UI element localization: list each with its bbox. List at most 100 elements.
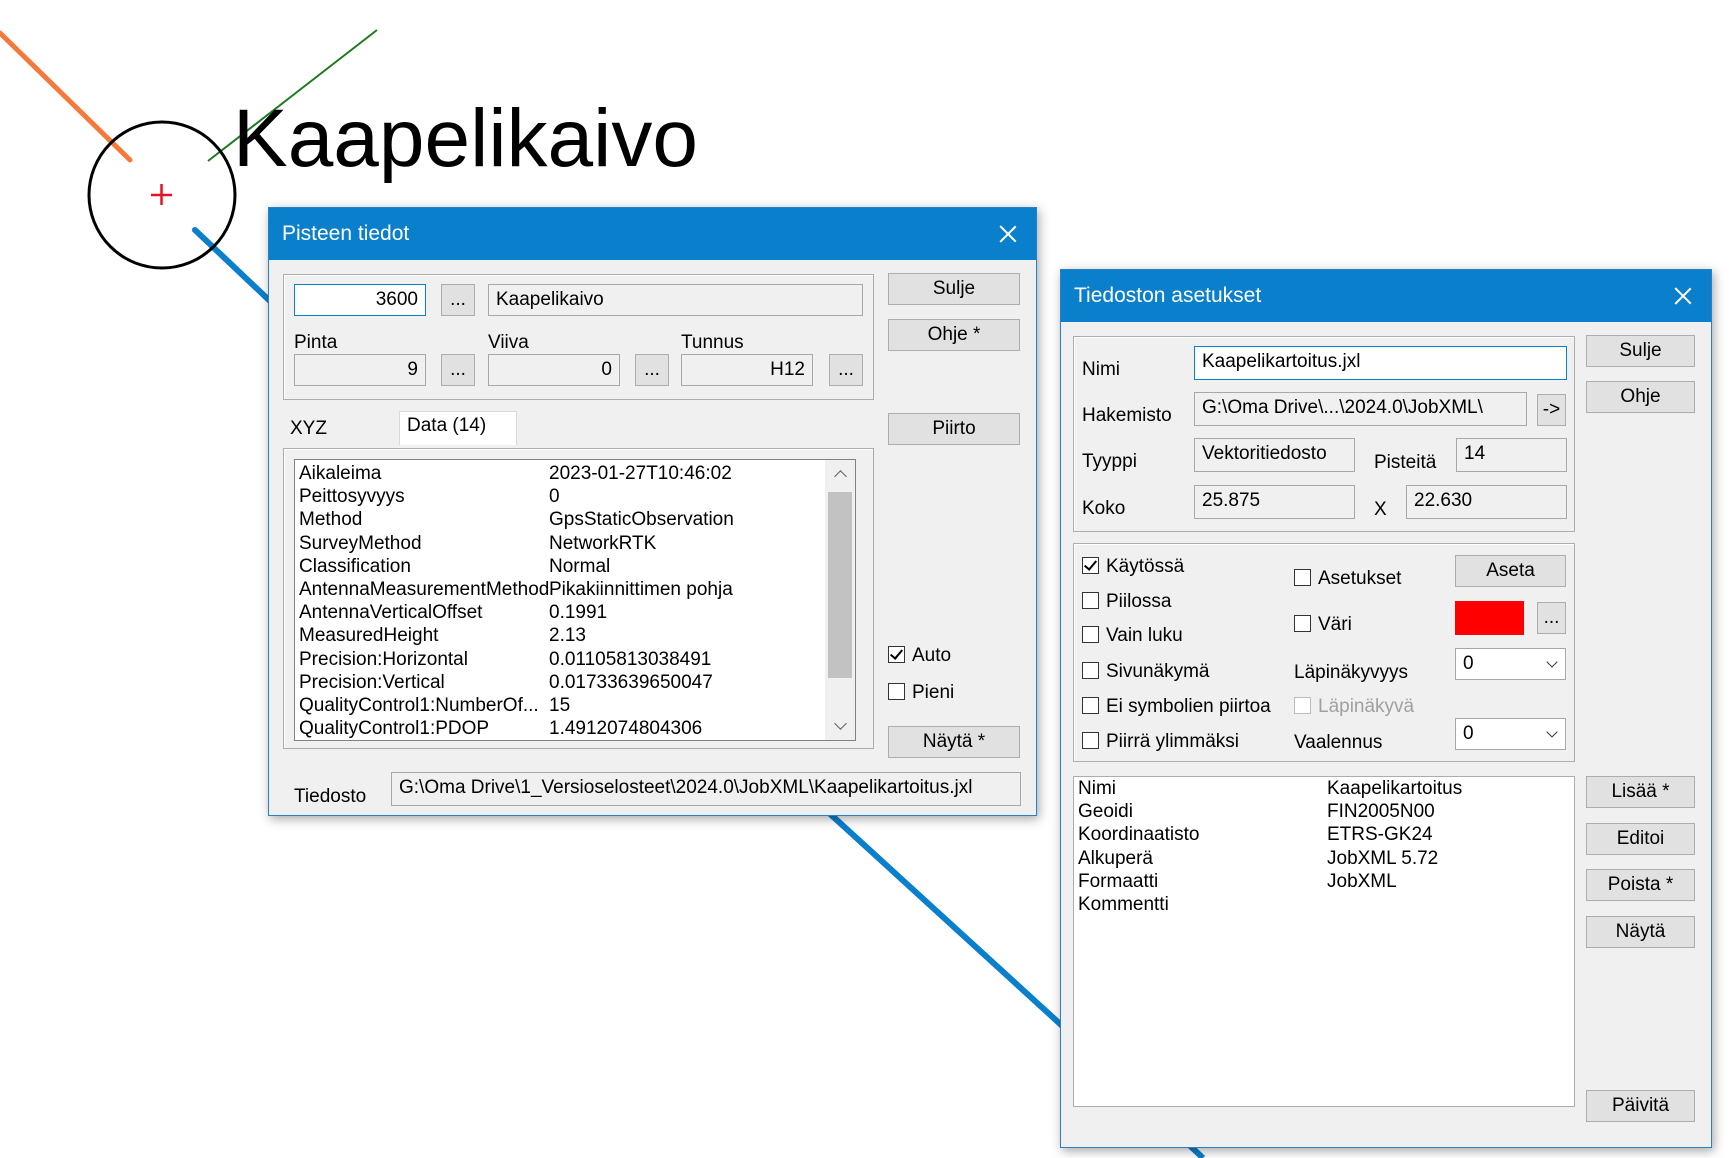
list-item[interactable]: SurveyMethod NetworkRTK [295,532,855,555]
nimi-label: Nimi [1082,359,1120,380]
list-item-key: QualityControl1:NumberOf... [299,695,539,716]
list-item[interactable]: MeasuredHeight 2.13 [295,624,855,647]
piilossa-label: Piilossa [1106,591,1172,612]
list-item[interactable]: Nimi Kaapelikartoitus [1074,777,1574,800]
list-item-value: JobXML [1327,870,1397,892]
point-number-browse-button[interactable]: ... [441,284,475,316]
file-info-list[interactable]: Nimi Kaapelikartoitus Geoidi FIN2005N00 Koor… [1073,776,1575,1107]
list-item[interactable]: Alkuperä JobXML 5.72 [1074,847,1574,870]
tiedosto-field[interactable]: G:\Oma Drive\1_Versioselosteet\2024.0\Jo… [391,772,1021,806]
list-item-value: Normal [549,555,611,577]
list-item-value: FIN2005N00 [1327,801,1435,823]
file-dialog-titlebar[interactable]: Tiedoston asetukset [1061,270,1711,322]
vari-label: Väri [1318,614,1352,635]
scrollbar-thumb[interactable] [828,492,852,678]
list-item[interactable]: Peittosyvyys 0 [295,485,855,508]
tunnus-browse-button[interactable]: ... [829,354,863,386]
list-item-key: MeasuredHeight [299,625,439,647]
x-label: X [1374,499,1387,520]
point-number-field[interactable]: 3600 [294,284,426,316]
scroll-up-icon[interactable] [834,470,847,483]
hakemisto-open-button[interactable]: -> [1537,394,1566,426]
hakemisto-field[interactable]: G:\Oma Drive\...\2024.0\JobXML\ [1194,392,1527,426]
list-item[interactable]: Classification Normal [295,555,855,578]
kaytossa-label: Käytössä [1106,556,1185,577]
list-item-key: Alkuperä [1078,847,1153,869]
close-icon[interactable] [990,216,1026,252]
list-item-key: Nimi [1078,778,1116,799]
tyyppi-field[interactable]: Vektoritiedosto [1194,438,1355,472]
hakemisto-label: Hakemisto [1082,405,1172,426]
list-item[interactable]: Precision:Horizontal 0.01105813038491 [295,648,855,671]
asetukset-checkbox[interactable] [1294,569,1311,586]
tunnus-label: Tunnus [681,332,744,353]
list-item[interactable]: Precision:Vertical 0.01733639650047 [295,671,855,694]
list-item-key: Koordinaatisto [1078,824,1200,846]
paivita-button[interactable]: Päivitä [1586,1090,1695,1122]
vaalennus-value: 0 [1463,723,1474,744]
list-item[interactable]: Formaatti JobXML [1074,870,1574,893]
ohje-button[interactable]: Ohje * [888,319,1020,351]
list-item[interactable]: AntennaMeasurementMethod Pikakiinnittimen… [295,578,855,601]
nayta-button[interactable]: Näytä * [888,726,1020,758]
color-swatch[interactable] [1455,601,1524,635]
piirto-button[interactable]: Piirto [888,413,1020,445]
vain-luku-checkbox[interactable] [1082,626,1099,643]
auto-checkbox[interactable] [888,646,905,663]
data-list[interactable]: Aikaleima 2023-01-27T10:46:02 Peittosyvyys… [294,459,856,741]
piirra-ylimmaksi-checkbox[interactable] [1082,732,1099,749]
viiva-field[interactable]: 0 [488,354,620,386]
list-item-key: Aikaleima [299,463,382,484]
ei-symbolien-piirtoa-checkbox[interactable] [1082,697,1099,714]
list-item-key: AntennaVerticalOffset [299,602,483,624]
sivunakyma-checkbox[interactable] [1082,662,1099,679]
scroll-down-icon[interactable] [834,717,847,730]
list-item[interactable]: Aikaleima 2023-01-27T10:46:02 [295,462,855,485]
pinta-field[interactable]: 9 [294,354,426,386]
tunnus-field[interactable]: H12 [681,354,813,386]
tiedosto-label: Tiedosto [294,786,367,807]
point-name-field[interactable]: Kaapelikaivo [488,284,863,316]
point-dialog-titlebar[interactable]: Pisteen tiedot [269,208,1036,260]
viiva-label: Viiva [488,332,529,353]
tab-data[interactable]: Data (14) [399,411,517,445]
nimi-field[interactable]: Kaapelikartoitus.jxl [1194,346,1567,380]
kaytossa-checkbox[interactable] [1082,557,1099,574]
lapinakyvyys-select[interactable]: 0 [1455,648,1566,680]
pisteita-field[interactable]: 14 [1456,438,1567,472]
list-item[interactable]: QualityControl1:PDOP 1.4912074804306 [295,717,855,740]
list-item[interactable]: Method GpsStaticObservation [295,508,855,531]
list-item-value: 0 [549,486,560,508]
ohje-button[interactable]: Ohje [1586,381,1695,413]
list-item[interactable]: QualityControl1:NumberOf... 15 [295,694,855,717]
viiva-browse-button[interactable]: ... [635,354,669,386]
list-item-key: Precision:Horizontal [299,648,468,670]
lisaa-button[interactable]: Lisää * [1586,776,1695,808]
list-item[interactable]: Koordinaatisto ETRS-GK24 [1074,823,1574,846]
list-item[interactable]: Kommentti [1074,893,1574,916]
list-item-key: Kommentti [1078,894,1169,915]
tab-xyz[interactable]: XYZ [290,418,327,440]
data-list-scrollbar[interactable] [825,460,855,740]
sulje-button[interactable]: Sulje [1586,335,1695,367]
pinta-browse-button[interactable]: ... [441,354,475,386]
list-item[interactable]: AntennaVerticalOffset 0.1991 [295,601,855,624]
vaalennus-select[interactable]: 0 [1455,718,1566,750]
pisteita-label: Pisteitä [1374,452,1437,473]
list-item-value: Kaapelikartoitus [1327,778,1463,799]
x-field[interactable]: 22.630 [1406,485,1567,519]
pieni-checkbox[interactable] [888,683,905,700]
piilossa-checkbox[interactable] [1082,592,1099,609]
koko-field[interactable]: 25.875 [1194,485,1355,519]
aseta-button[interactable]: Aseta [1455,555,1566,587]
nayta-button[interactable]: Näytä [1586,916,1695,948]
list-item[interactable]: Geoidi FIN2005N00 [1074,800,1574,823]
vari-checkbox[interactable] [1294,615,1311,632]
blue-line-middle [825,809,1073,1036]
list-item-key: Peittosyvyys [299,486,405,508]
color-browse-button[interactable]: ... [1537,602,1566,634]
editoi-button[interactable]: Editoi [1586,823,1695,855]
sulje-button[interactable]: Sulje [888,273,1020,305]
close-icon[interactable] [1665,278,1701,314]
poista-button[interactable]: Poista * [1586,869,1695,901]
